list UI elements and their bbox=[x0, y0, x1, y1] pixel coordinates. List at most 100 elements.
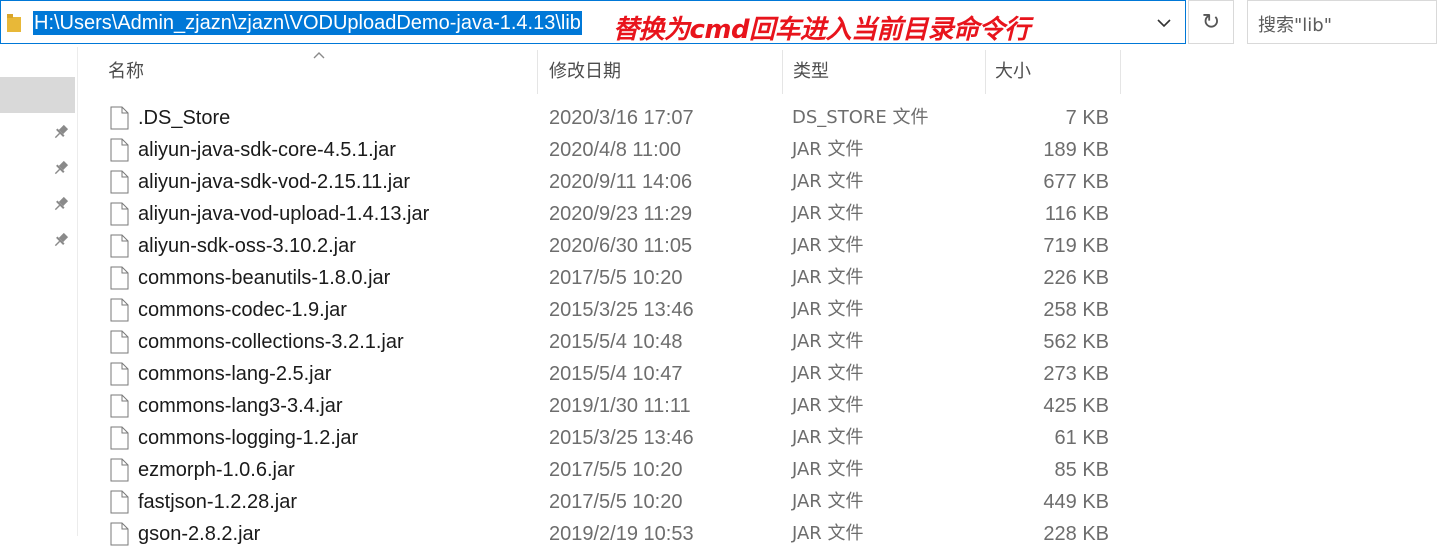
file-type: JAR 文件 bbox=[792, 523, 864, 544]
file-name[interactable]: gson-2.8.2.jar bbox=[138, 518, 260, 550]
file-type: JAR 文件 bbox=[792, 203, 864, 224]
file-date: 2015/3/25 13:46 bbox=[549, 427, 694, 449]
file-row[interactable]: aliyun-java-sdk-core-4.5.1.jar 2020/4/8 1… bbox=[90, 134, 1130, 166]
sort-ascending-icon bbox=[313, 52, 325, 59]
file-icon bbox=[110, 394, 129, 418]
file-date: 2015/5/4 10:48 bbox=[549, 331, 683, 353]
file-name[interactable]: aliyun-sdk-oss-3.10.2.jar bbox=[138, 230, 356, 262]
file-date: 2020/9/23 11:29 bbox=[549, 203, 693, 225]
file-icon bbox=[110, 458, 129, 482]
file-size: 258 KB bbox=[1043, 299, 1109, 321]
pin-icon[interactable] bbox=[52, 231, 70, 249]
file-row[interactable]: fastjson-1.2.28.jar 2017/5/5 10:20 JAR 文件 4… bbox=[90, 486, 1130, 518]
file-row[interactable]: commons-lang3-3.4.jar 2019/1/30 11:11 JAR … bbox=[90, 390, 1130, 422]
file-size: 425 KB bbox=[1043, 395, 1109, 417]
file-icon bbox=[110, 266, 129, 290]
file-name[interactable]: commons-logging-1.2.jar bbox=[138, 422, 358, 454]
file-icon bbox=[110, 106, 129, 130]
file-type: DS_STORE 文件 bbox=[792, 107, 929, 128]
column-header-date[interactable]: 修改日期 bbox=[549, 50, 621, 94]
file-name[interactable]: aliyun-java-sdk-vod-2.15.11.jar bbox=[138, 166, 410, 198]
file-date: 2020/3/16 17:07 bbox=[549, 107, 694, 129]
refresh-button[interactable]: ↻ bbox=[1188, 0, 1234, 44]
file-date: 2020/4/8 11:00 bbox=[549, 139, 681, 161]
column-header-name[interactable]: 名称 bbox=[108, 50, 144, 94]
file-name[interactable]: commons-lang3-3.4.jar bbox=[138, 390, 343, 422]
file-size: 7 KB bbox=[1065, 107, 1109, 129]
file-icon bbox=[110, 362, 129, 386]
file-row[interactable]: commons-lang-2.5.jar 2015/5/4 10:47 JAR 文件… bbox=[90, 358, 1130, 390]
column-divider[interactable] bbox=[1120, 50, 1121, 94]
file-date: 2019/1/30 11:11 bbox=[549, 395, 691, 417]
file-size: 719 KB bbox=[1043, 235, 1109, 257]
file-date: 2017/5/5 10:20 bbox=[549, 267, 683, 289]
file-type: JAR 文件 bbox=[792, 363, 864, 384]
file-size: 85 KB bbox=[1054, 459, 1109, 481]
file-size: 189 KB bbox=[1043, 139, 1109, 161]
file-date: 2020/6/30 11:05 bbox=[549, 235, 693, 257]
file-type: JAR 文件 bbox=[792, 299, 864, 320]
file-size: 228 KB bbox=[1043, 523, 1109, 545]
file-size: 226 KB bbox=[1043, 267, 1109, 289]
file-type: JAR 文件 bbox=[792, 427, 864, 448]
file-name[interactable]: commons-lang-2.5.jar bbox=[138, 358, 331, 390]
annotation-text: 替换为cmd回车进入当前目录命令行 bbox=[613, 15, 1030, 45]
file-name[interactable]: commons-collections-3.2.1.jar bbox=[138, 326, 404, 358]
file-row[interactable]: commons-codec-1.9.jar 2015/3/25 13:46 JAR … bbox=[90, 294, 1130, 326]
file-type: JAR 文件 bbox=[792, 491, 864, 512]
file-name[interactable]: fastjson-1.2.28.jar bbox=[138, 486, 297, 518]
pin-icon[interactable] bbox=[52, 195, 70, 213]
file-type: JAR 文件 bbox=[792, 267, 864, 288]
folder-icon bbox=[7, 14, 21, 32]
address-path[interactable]: H:\Users\Admin_zjazn\zjazn\VODUploadDemo… bbox=[33, 11, 582, 35]
column-header-size[interactable]: 大小 bbox=[995, 50, 1031, 94]
file-row[interactable]: commons-logging-1.2.jar 2015/3/25 13:46 JA… bbox=[90, 422, 1130, 454]
file-date: 2015/3/25 13:46 bbox=[549, 299, 694, 321]
file-name[interactable]: commons-codec-1.9.jar bbox=[138, 294, 347, 326]
file-type: JAR 文件 bbox=[792, 459, 864, 480]
file-row[interactable]: commons-beanutils-1.8.0.jar 2017/5/5 10:2… bbox=[90, 262, 1130, 294]
column-divider[interactable] bbox=[782, 50, 783, 94]
pin-icon[interactable] bbox=[52, 123, 70, 141]
file-icon bbox=[110, 234, 129, 258]
column-divider[interactable] bbox=[537, 50, 538, 94]
search-input[interactable]: 搜索"lib" bbox=[1247, 0, 1437, 44]
file-row[interactable]: gson-2.8.2.jar 2019/2/19 10:53 JAR 文件 228 K… bbox=[90, 518, 1130, 550]
file-icon bbox=[110, 490, 129, 514]
file-row[interactable]: aliyun-sdk-oss-3.10.2.jar 2020/6/30 11:05… bbox=[90, 230, 1130, 262]
file-date: 2019/2/19 10:53 bbox=[549, 523, 694, 545]
refresh-icon: ↻ bbox=[1201, 9, 1221, 35]
file-icon bbox=[110, 426, 129, 450]
search-placeholder: 搜索"lib" bbox=[1258, 15, 1332, 36]
address-bar[interactable]: H:\Users\Admin_zjazn\zjazn\VODUploadDemo… bbox=[0, 0, 1186, 45]
file-list: .DS_Store 2020/3/16 17:07 DS_STORE 文件 7 KB a… bbox=[90, 102, 1130, 550]
file-date: 2017/5/5 10:20 bbox=[549, 459, 683, 481]
file-type: JAR 文件 bbox=[792, 171, 864, 192]
file-name[interactable]: .DS_Store bbox=[138, 102, 230, 134]
file-row[interactable]: aliyun-java-sdk-vod-2.15.11.jar 2020/9/11… bbox=[90, 166, 1130, 198]
pin-icon[interactable] bbox=[52, 159, 70, 177]
file-row[interactable]: commons-collections-3.2.1.jar 2015/5/4 10… bbox=[90, 326, 1130, 358]
file-row[interactable]: .DS_Store 2020/3/16 17:07 DS_STORE 文件 7 KB bbox=[90, 102, 1130, 134]
column-divider[interactable] bbox=[985, 50, 986, 94]
file-size: 61 KB bbox=[1054, 427, 1109, 449]
file-name[interactable]: aliyun-java-sdk-core-4.5.1.jar bbox=[138, 134, 396, 166]
file-name[interactable]: ezmorph-1.0.6.jar bbox=[138, 454, 295, 486]
file-icon bbox=[110, 298, 129, 322]
file-type: JAR 文件 bbox=[792, 395, 864, 416]
file-type: JAR 文件 bbox=[792, 331, 864, 352]
file-row[interactable]: ezmorph-1.0.6.jar 2017/5/5 10:20 JAR 文件 85 … bbox=[90, 454, 1130, 486]
file-icon bbox=[110, 330, 129, 354]
file-size: 273 KB bbox=[1043, 363, 1109, 385]
nav-selected-item[interactable] bbox=[0, 77, 75, 113]
file-name[interactable]: commons-beanutils-1.8.0.jar bbox=[138, 262, 390, 294]
chevron-down-icon bbox=[1157, 18, 1171, 27]
column-header-type[interactable]: 类型 bbox=[793, 50, 829, 94]
file-type: JAR 文件 bbox=[792, 139, 864, 160]
file-name[interactable]: aliyun-java-vod-upload-1.4.13.jar bbox=[138, 198, 429, 230]
address-dropdown-button[interactable] bbox=[1151, 9, 1177, 37]
file-size: 116 KB bbox=[1044, 203, 1109, 225]
file-icon bbox=[110, 170, 129, 194]
file-row[interactable]: aliyun-java-vod-upload-1.4.13.jar 2020/9/… bbox=[90, 198, 1130, 230]
file-date: 2015/5/4 10:47 bbox=[549, 363, 683, 385]
